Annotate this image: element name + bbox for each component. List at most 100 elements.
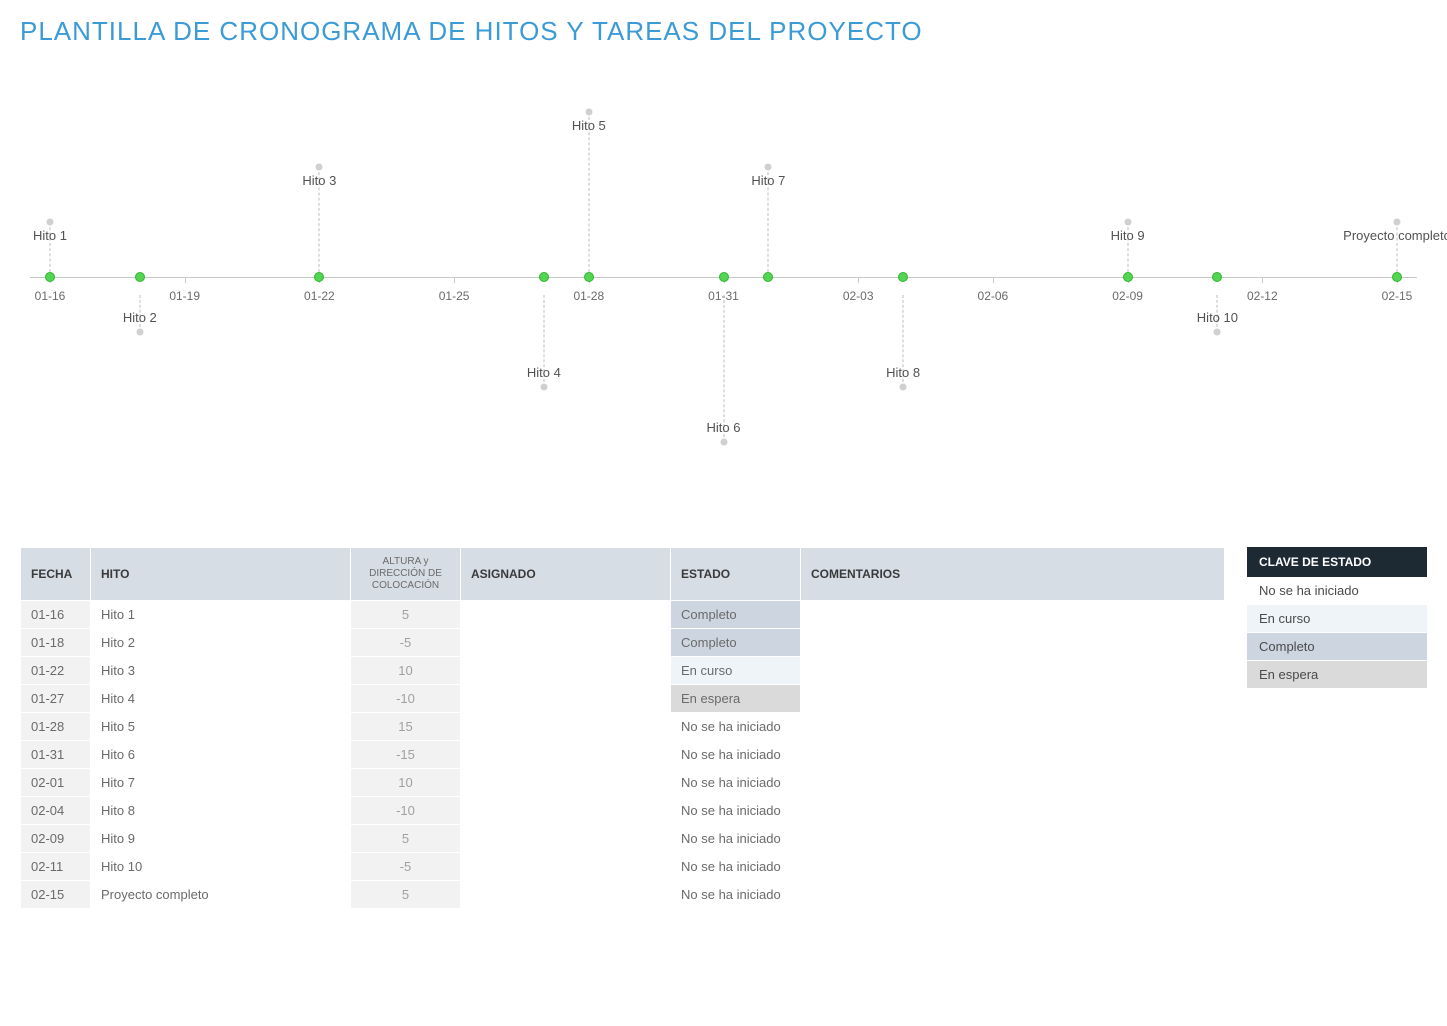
table-row: 01-31Hito 6-15 No se ha iniciado: [21, 741, 1225, 769]
table-cell: Hito 7: [91, 769, 351, 797]
col-date: FECHA: [21, 548, 91, 601]
col-placement: ALTURA y DIRECCIÓN DE COLOCACIÓN: [351, 548, 461, 601]
table-row: 02-11Hito 10-5No se ha iniciado: [21, 853, 1225, 881]
table-cell: 10: [351, 769, 461, 797]
table-cell: [461, 881, 671, 909]
table-cell: 10: [351, 657, 461, 685]
milestone-end-dot: [585, 109, 592, 116]
table-cell: [461, 853, 671, 881]
axis-tick-label: 02-15: [1382, 289, 1413, 303]
table-cell: 01-31: [21, 741, 91, 769]
table-cell: [461, 825, 671, 853]
axis-tick-label: 02-06: [978, 289, 1009, 303]
milestone-table: FECHA HITO ALTURA y DIRECCIÓN DE COLOCAC…: [20, 547, 1225, 909]
milestone-label: Hito 6: [707, 420, 741, 435]
table-cell: -15: [351, 741, 461, 769]
table-cell: [461, 713, 671, 741]
table-cell: [461, 797, 671, 825]
milestone-end-dot: [720, 439, 727, 446]
table-cell: Hito 6: [91, 741, 351, 769]
table-cell: [801, 825, 1225, 853]
milestone-dot: [539, 272, 549, 282]
legend-header: CLAVE DE ESTADO: [1247, 547, 1427, 577]
table-cell: [461, 741, 671, 769]
milestone-label: Hito 7: [751, 173, 785, 188]
table-row: 01-22Hito 310En curso: [21, 657, 1225, 685]
milestone-end-dot: [765, 164, 772, 171]
axis-tick-label: 01-25: [439, 289, 470, 303]
table-cell: -10: [351, 797, 461, 825]
table-cell: -10: [351, 685, 461, 713]
table-cell: Completo: [671, 601, 801, 629]
table-cell: No se ha iniciado: [671, 769, 801, 797]
table-cell: 01-27: [21, 685, 91, 713]
table-cell: 01-28: [21, 713, 91, 741]
milestone-label: Proyecto completo: [1343, 228, 1447, 243]
col-status: ESTADO: [671, 548, 801, 601]
table-cell: 02-04: [21, 797, 91, 825]
milestone-end-dot: [47, 219, 54, 226]
milestone-end-dot: [900, 384, 907, 391]
axis-tick-label: 01-19: [169, 289, 200, 303]
axis-tick: [185, 277, 186, 283]
table-cell: [461, 629, 671, 657]
milestone-dot: [135, 272, 145, 282]
table-cell: 5: [351, 825, 461, 853]
table-cell: No se ha iniciado: [671, 713, 801, 741]
milestone-dot: [1392, 272, 1402, 282]
table-cell: En curso: [671, 657, 801, 685]
milestone-label: Hito 4: [527, 365, 561, 380]
table-cell: 02-09: [21, 825, 91, 853]
table-header-row: FECHA HITO ALTURA y DIRECCIÓN DE COLOCAC…: [21, 548, 1225, 601]
milestone-label: Hito 8: [886, 365, 920, 380]
table-cell: [461, 685, 671, 713]
table-cell: [801, 713, 1225, 741]
milestone-dot: [1123, 272, 1133, 282]
table-cell: [801, 685, 1225, 713]
table-cell: Hito 2: [91, 629, 351, 657]
table-cell: Hito 5: [91, 713, 351, 741]
table-cell: No se ha iniciado: [671, 741, 801, 769]
table-cell: 15: [351, 713, 461, 741]
table-row: 02-04Hito 8-10No se ha iniciado: [21, 797, 1225, 825]
milestone-label: Hito 2: [123, 310, 157, 325]
milestone-end-dot: [540, 384, 547, 391]
table-cell: [461, 657, 671, 685]
table-cell: 02-11: [21, 853, 91, 881]
milestone-stem: [588, 112, 589, 272]
axis-tick: [858, 277, 859, 283]
milestone-end-dot: [1394, 219, 1401, 226]
milestone-label: Hito 5: [572, 118, 606, 133]
legend-item: Completo: [1247, 633, 1427, 661]
table-row: 02-15Proyecto completo5No se ha iniciado: [21, 881, 1225, 909]
table-row: 02-09Hito 95No se ha iniciado: [21, 825, 1225, 853]
axis-tick: [993, 277, 994, 283]
status-legend: CLAVE DE ESTADO No se ha iniciadoEn curs…: [1247, 547, 1427, 689]
milestone-label: Hito 10: [1197, 310, 1238, 325]
milestone-label: Hito 3: [302, 173, 336, 188]
axis-tick-label: 01-22: [304, 289, 335, 303]
table-cell: [801, 797, 1225, 825]
table-row: 01-27Hito 4-10En espera: [21, 685, 1225, 713]
table-row: 02-01Hito 710No se ha iniciado: [21, 769, 1225, 797]
table-cell: Hito 3: [91, 657, 351, 685]
axis-tick: [1262, 277, 1263, 283]
table-cell: En espera: [671, 685, 801, 713]
table-cell: [801, 741, 1225, 769]
legend-item: No se ha iniciado: [1247, 577, 1427, 605]
milestone-dot: [763, 272, 773, 282]
legend-item: En curso: [1247, 605, 1427, 633]
milestone-timeline-chart: 01-1601-1901-2201-2501-2801-3102-0302-06…: [30, 87, 1417, 487]
col-comments: COMENTARIOS: [801, 548, 1225, 601]
table-cell: 01-16: [21, 601, 91, 629]
table-cell: -5: [351, 853, 461, 881]
table-cell: 5: [351, 881, 461, 909]
table-row: 01-16Hito 15Completo: [21, 601, 1225, 629]
axis-tick-label: 01-16: [35, 289, 66, 303]
milestone-dot: [584, 272, 594, 282]
table-cell: -5: [351, 629, 461, 657]
table-cell: Hito 10: [91, 853, 351, 881]
table-cell: [801, 601, 1225, 629]
milestone-label: Hito 9: [1111, 228, 1145, 243]
table-cell: 02-15: [21, 881, 91, 909]
